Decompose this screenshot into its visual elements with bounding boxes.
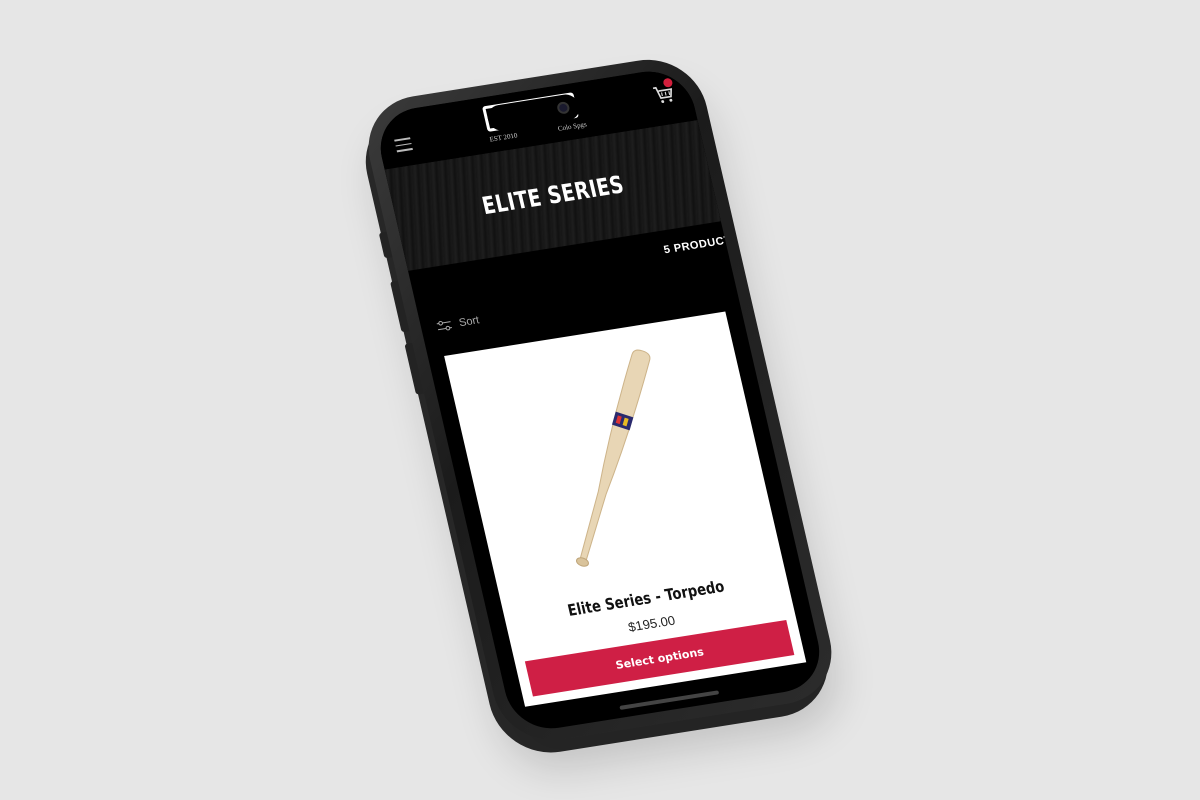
camera-icon [556, 101, 571, 115]
product-count: 5 PRODUCT [662, 233, 733, 257]
phone-screen: EST 2010 Colo Spgs ELITE SERIES 5 PRODUC… [372, 65, 828, 735]
sort-label: Sort [457, 314, 481, 330]
stage: EST 2010 Colo Spgs ELITE SERIES 5 PRODUC… [0, 0, 1200, 800]
phone-body: EST 2010 Colo Spgs ELITE SERIES 5 PRODUC… [357, 51, 843, 749]
home-indicator [619, 690, 720, 710]
sliders-icon [436, 320, 453, 331]
product-card[interactable]: Elite Series - Torpedo $195.00 Select op… [444, 311, 807, 707]
logo-tagline-right: Colo Spgs [557, 120, 588, 133]
logo-tagline-left: EST 2010 [488, 131, 519, 144]
collection-title: ELITE SERIES [479, 170, 627, 221]
hamburger-menu-icon[interactable] [394, 137, 414, 156]
product-image[interactable] [444, 311, 781, 599]
phone-mockup: EST 2010 Colo Spgs ELITE SERIES 5 PRODUC… [354, 51, 843, 761]
